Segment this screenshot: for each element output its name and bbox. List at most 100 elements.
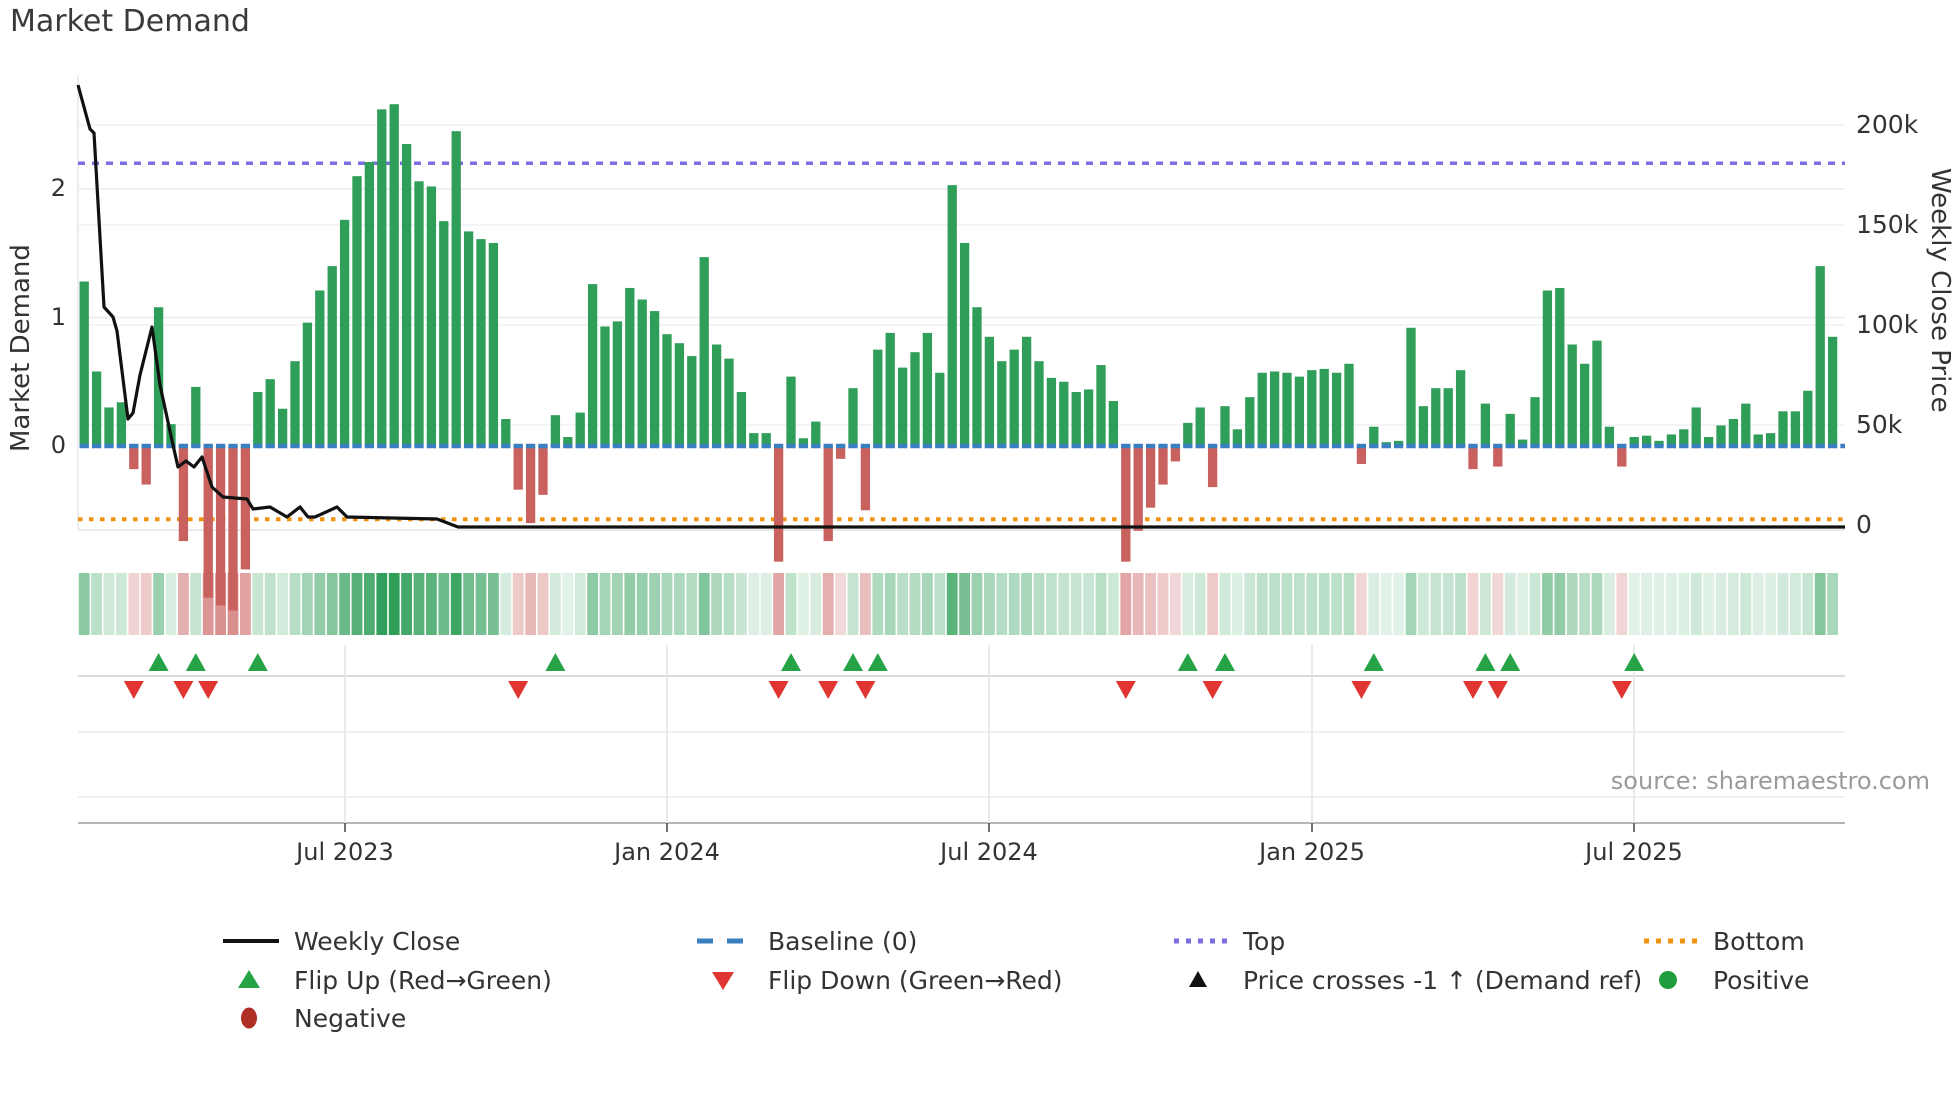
demand-bar — [525, 446, 536, 524]
heatmap-cell — [959, 573, 970, 635]
demand-bar — [1319, 368, 1329, 446]
source-credit: source: sharemaestro.com — [1610, 767, 1930, 795]
heatmap-cell — [934, 573, 946, 635]
demand-bar — [1021, 336, 1032, 446]
heatmap-cell — [364, 573, 375, 635]
heatmap-cell — [971, 573, 983, 635]
heatmap-cell — [1132, 573, 1144, 635]
heatmap-cell — [264, 573, 276, 635]
heatmap-cell — [798, 573, 809, 635]
heatmap-cell — [1120, 573, 1132, 635]
heatmap-cell — [1455, 573, 1466, 635]
legend-item[interactable]: Price crosses -1 ↑ (Demand ref) — [1170, 964, 1642, 996]
legend-item[interactable]: Positive — [1640, 964, 1809, 996]
heatmap-cell — [587, 573, 598, 635]
legend-label: Baseline (0) — [768, 926, 918, 956]
heatmap-cell — [1021, 573, 1032, 635]
left-axis-title: Market Demand — [6, 244, 36, 452]
demand-bar — [1245, 397, 1255, 446]
legend-item[interactable]: Bottom — [1640, 925, 1805, 957]
heatmap-cell — [376, 573, 388, 635]
heatmap-cell — [1827, 573, 1838, 635]
demand-bar — [401, 144, 412, 446]
heatmap-cell — [277, 573, 288, 635]
demand-bar — [1617, 446, 1627, 467]
legend-label: Positive — [1713, 965, 1810, 995]
legend-item[interactable]: Weekly Close — [221, 925, 460, 957]
flip-down-marker — [198, 681, 219, 699]
heatmap-cell — [686, 573, 698, 635]
demand-bar — [1728, 419, 1739, 446]
heatmap-cell — [674, 573, 685, 635]
demand-bar — [922, 332, 933, 446]
demand-bar — [575, 412, 585, 446]
heatmap-cell — [512, 573, 524, 635]
heatmap-cell — [612, 573, 623, 635]
heatmap-cell — [1790, 573, 1801, 635]
demand-bar — [1009, 349, 1019, 446]
demand-bar — [240, 446, 251, 570]
demand-bar — [1220, 406, 1230, 446]
heatmap-cell — [723, 573, 735, 635]
flip-up-marker — [1363, 653, 1384, 671]
legend-item[interactable]: Negative — [221, 1002, 406, 1034]
heatmap-cell — [1157, 573, 1169, 635]
flip-down-marker — [123, 681, 144, 699]
flip-down-marker — [1115, 681, 1136, 699]
legend-item[interactable]: Top — [1170, 925, 1285, 957]
heatmap-cell — [574, 573, 586, 635]
demand-bar — [191, 386, 201, 446]
dash-blue-icon — [697, 938, 753, 944]
demand-bar — [129, 446, 139, 470]
heatmap-cell — [91, 573, 102, 635]
heatmap-cell — [1752, 573, 1764, 635]
demand-bar — [897, 367, 908, 446]
demand-bar — [687, 356, 697, 446]
heatmap-cell — [884, 573, 896, 635]
demand-bar — [1356, 446, 1367, 464]
heatmap-cell — [1554, 573, 1566, 635]
heatmap-cell — [1033, 573, 1045, 635]
demand-bar — [389, 104, 399, 446]
demand-bar — [674, 343, 685, 446]
heatmap-cell — [785, 573, 797, 635]
flip-up-marker — [843, 653, 863, 671]
heatmap-cell — [1529, 573, 1541, 635]
heatmap-cell — [116, 573, 127, 635]
demand-bar — [1827, 336, 1838, 446]
demand-bar — [1158, 446, 1168, 485]
demand-bar — [513, 446, 523, 490]
heatmap-cell — [1715, 573, 1727, 635]
flip-up-marker — [867, 653, 888, 671]
flip-down-marker — [1487, 681, 1508, 699]
demand-bar — [910, 352, 920, 446]
legend-item[interactable]: Flip Up (Red→Green) — [221, 964, 552, 996]
heatmap-cell — [1356, 573, 1367, 635]
heatmap-cell — [1108, 573, 1119, 635]
x-axis-tick: Jan 2025 — [1259, 838, 1365, 866]
legend-item[interactable]: Flip Down (Green→Red) — [695, 964, 1063, 996]
heatmap-cell — [450, 573, 462, 635]
demand-bar — [1083, 389, 1094, 446]
left-axis-tick: 1 — [50, 302, 66, 331]
heatmap-cell — [1318, 573, 1330, 635]
heatmap-cell — [1331, 573, 1342, 635]
legend-item[interactable]: Baseline (0) — [695, 925, 917, 957]
demand-bar — [625, 287, 635, 446]
heatmap-cell — [140, 573, 152, 635]
heatmap-cell — [909, 573, 921, 635]
demand-bar — [327, 266, 337, 446]
demand-bar — [339, 219, 350, 446]
heatmap-cell — [1542, 573, 1553, 635]
flip-up-marker — [1177, 653, 1198, 671]
heatmap-cell — [1070, 573, 1082, 635]
demand-bar — [352, 176, 362, 446]
heatmap-cell — [996, 573, 1008, 635]
demand-bar — [1679, 429, 1689, 446]
heatmap-cell — [240, 573, 251, 635]
demand-bar — [79, 281, 89, 446]
flip-down-marker — [768, 681, 789, 699]
heatmap-cell — [1368, 573, 1380, 635]
demand-bar — [1034, 361, 1044, 446]
heatmap-cell — [1418, 573, 1429, 635]
